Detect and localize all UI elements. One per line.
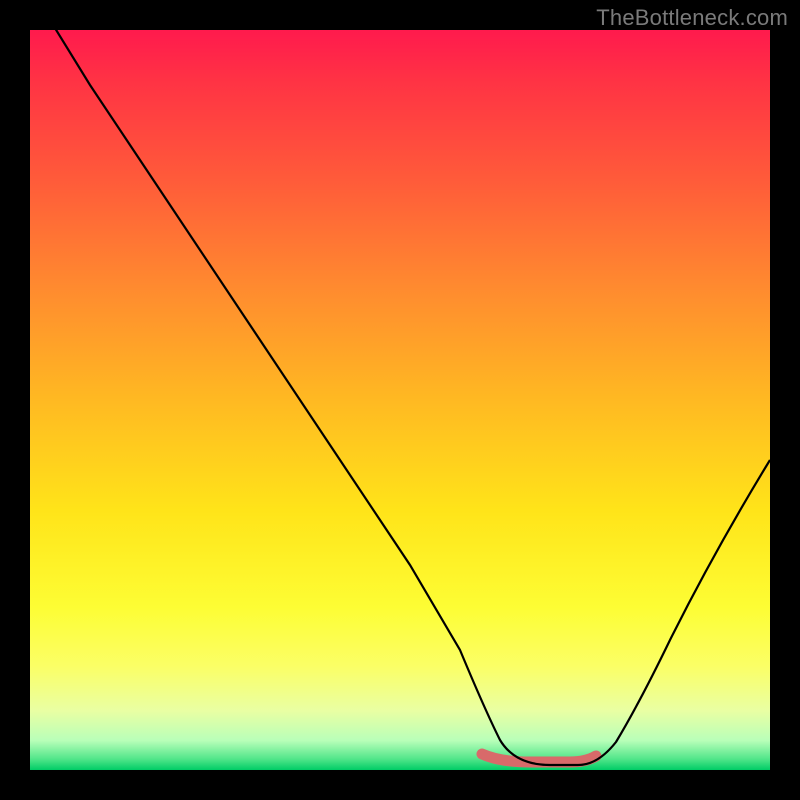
optimal-range-marker [482,754,596,762]
plot-area [30,30,770,770]
curve-layer [30,30,770,770]
watermark-text: TheBottleneck.com [596,5,788,31]
bottleneck-curve [50,30,770,765]
chart-frame: TheBottleneck.com [0,0,800,800]
